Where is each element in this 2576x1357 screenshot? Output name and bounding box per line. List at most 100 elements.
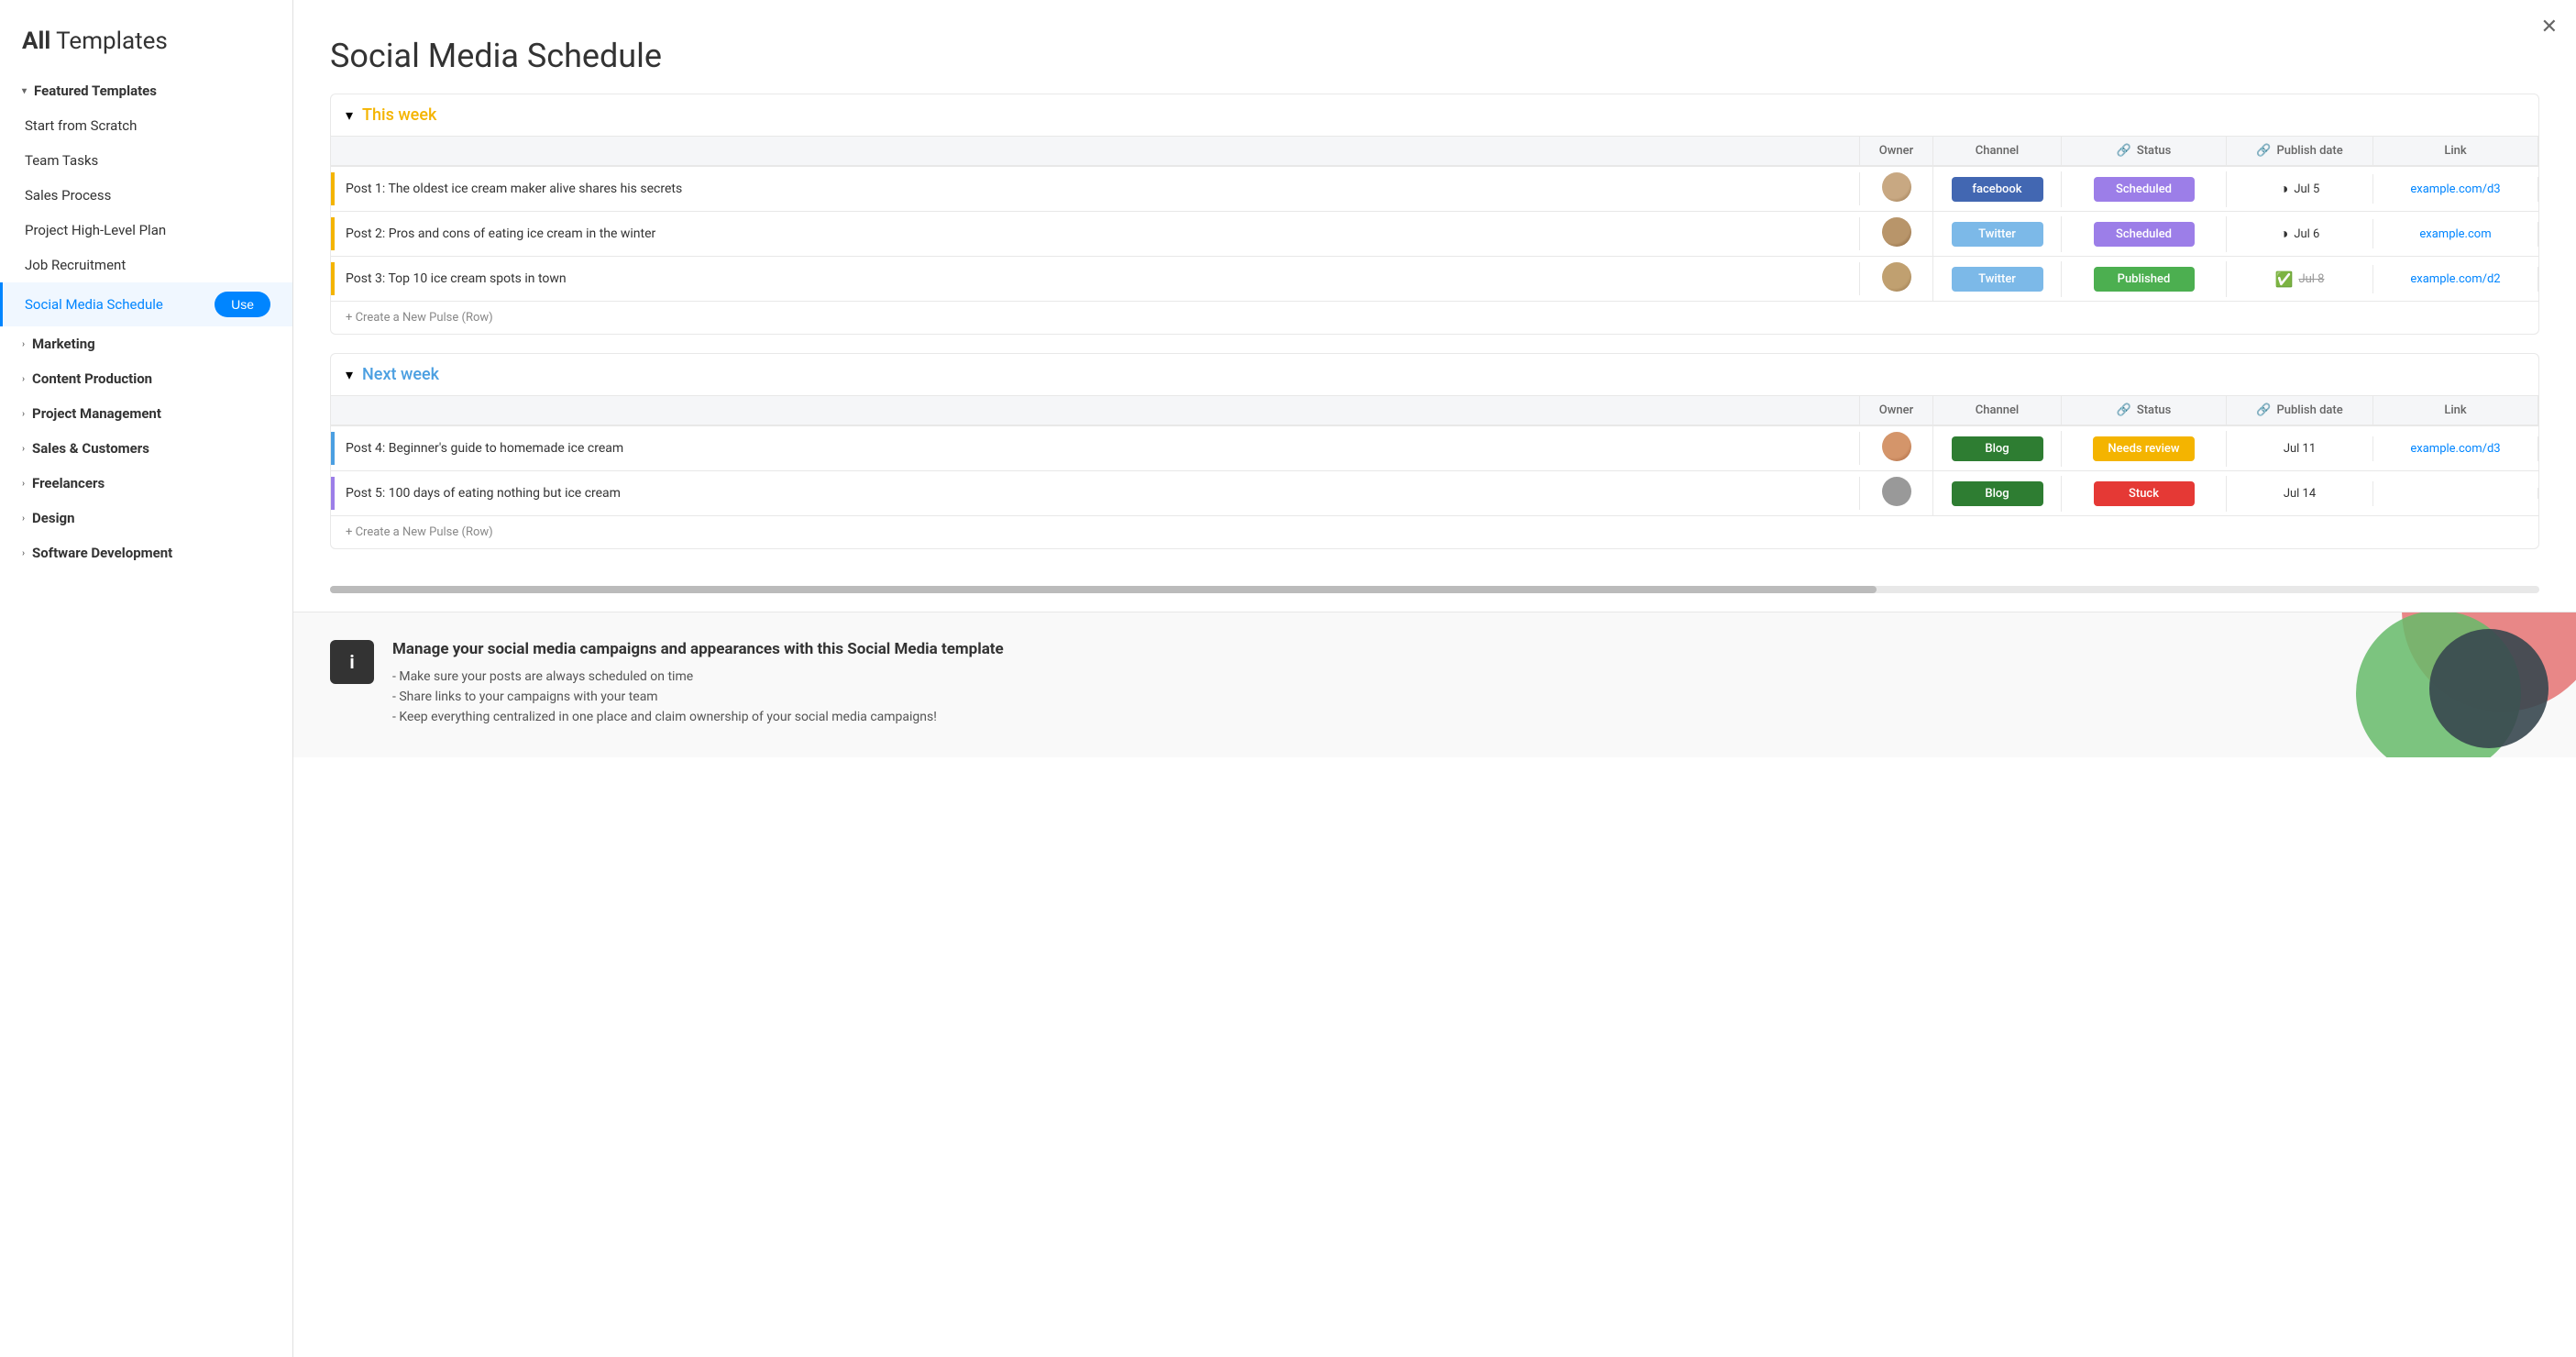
row-owner-1 [1860,167,1933,211]
date-text: Jul 14 [2284,487,2316,501]
row-name-4[interactable]: Post 4: Beginner's guide to homemade ice… [331,432,1860,465]
row-link-3[interactable]: example.com/d2 [2373,267,2538,292]
row-name-5[interactable]: Post 5: 100 days of eating nothing but i… [331,477,1860,510]
channel-badge: Blog [1952,436,2043,461]
circle-dark [2429,629,2548,748]
row-channel-4[interactable]: Blog [1933,431,2062,467]
boards-area: ▾ This week Owner Channel 🔗Status 🔗Publi… [293,94,2576,586]
date-text: Jul 5 [2294,182,2319,196]
content-production-section[interactable]: › Content Production [0,361,292,396]
avatar [1882,217,1911,247]
this-week-group-header[interactable]: ▾ This week [331,94,2538,136]
date-text: Jul 6 [2294,227,2319,241]
row-channel-1[interactable]: facebook [1933,171,2062,207]
info-bullet-3: - Keep everything centralized in one pla… [392,710,2539,724]
channel-badge: facebook [1952,177,2043,202]
row-date-4[interactable]: Jul 11 [2227,436,2373,461]
date-text: Jul 8 [2298,272,2324,286]
chevron-right-icon: › [22,513,25,524]
job-recruitment-item[interactable]: Job Recruitment [0,248,292,282]
row-link-5 [2373,488,2538,499]
table-row: Post 4: Beginner's guide to homemade ice… [331,425,2538,470]
main-content: ✕ Social Media Schedule ▾ This week Owne… [293,0,2576,1357]
row-date-1[interactable]: ◑ Jul 5 [2227,174,2373,204]
info-bullet-1: - Make sure your posts are always schedu… [392,669,2539,684]
table-row: Post 1: The oldest ice cream maker alive… [331,166,2538,211]
info-icon: i [330,640,374,684]
group-chevron-icon: ▾ [346,366,353,383]
software-dev-section[interactable]: › Software Development [0,535,292,570]
marketing-section[interactable]: › Marketing [0,326,292,361]
avatar [1882,262,1911,292]
scroll-thumb [330,586,1877,593]
info-title: Manage your social media campaigns and a… [392,640,2539,658]
table-row: Post 5: 100 days of eating nothing but i… [331,470,2538,515]
create-pulse-row-2[interactable]: + Create a New Pulse (Row) [331,515,2538,548]
avatar [1882,432,1911,461]
design-section[interactable]: › Design [0,501,292,535]
this-week-board: ▾ This week Owner Channel 🔗Status 🔗Publi… [330,94,2539,335]
row-status-1[interactable]: Scheduled [2062,171,2227,207]
sales-customers-label: Sales & Customers [32,440,149,457]
scroll-bar[interactable] [330,586,2539,593]
row-link-4[interactable]: example.com/d3 [2373,436,2538,461]
row-channel-3[interactable]: Twitter [1933,261,2062,297]
col-link: Link [2373,137,2538,165]
chevron-right-icon: › [22,339,25,349]
this-week-title: This week [362,105,436,125]
design-label: Design [32,510,75,526]
row-status-2[interactable]: Scheduled [2062,216,2227,252]
table-row: Post 3: Top 10 ice cream spots in town T… [331,256,2538,301]
close-button[interactable]: ✕ [2541,15,2558,39]
row-channel-5[interactable]: Blog [1933,476,2062,512]
info-bullet-2: - Share links to your campaigns with you… [392,690,2539,704]
row-owner-5 [1860,471,1933,515]
social-media-item[interactable]: Social Media Schedule Use [0,282,292,326]
start-scratch-item[interactable]: Start from Scratch [0,108,292,143]
col-owner: Owner [1860,137,1933,165]
row-channel-2[interactable]: Twitter [1933,216,2062,252]
next-week-group-header[interactable]: ▾ Next week [331,354,2538,395]
next-week-title: Next week [362,365,439,384]
project-plan-item[interactable]: Project High-Level Plan [0,213,292,248]
row-date-2[interactable]: ◑ Jul 6 [2227,219,2373,248]
row-name-1[interactable]: Post 1: The oldest ice cream maker alive… [331,172,1860,205]
link-icon: 🔗 [2256,403,2271,417]
use-button[interactable]: Use [215,292,270,317]
row-owner-3 [1860,257,1933,301]
row-name-2[interactable]: Post 2: Pros and cons of eating ice crea… [331,217,1860,250]
featured-templates-section[interactable]: ▾ Featured Templates [0,73,292,108]
content-production-label: Content Production [32,370,152,387]
sales-process-item[interactable]: Sales Process [0,178,292,213]
freelancers-section[interactable]: › Freelancers [0,466,292,501]
row-status-3[interactable]: Published [2062,261,2227,297]
page-title: Social Media Schedule [293,0,2576,94]
row-link-2[interactable]: example.com [2373,222,2538,247]
col-publish-date: 🔗Publish date [2227,396,2373,425]
row-status-5[interactable]: Stuck [2062,476,2227,512]
status-badge: Stuck [2094,481,2195,506]
table-row: Post 2: Pros and cons of eating ice crea… [331,211,2538,256]
row-name-3[interactable]: Post 3: Top 10 ice cream spots in town [331,262,1860,295]
row-date-3[interactable]: ✅ Jul 8 [2227,265,2373,293]
sales-customers-section[interactable]: › Sales & Customers [0,431,292,466]
row-date-5[interactable]: Jul 14 [2227,481,2373,506]
col-channel: Channel [1933,137,2062,165]
col-status: 🔗Status [2062,396,2227,425]
create-pulse-row-1[interactable]: + Create a New Pulse (Row) [331,301,2538,334]
row-link-1[interactable]: example.com/d3 [2373,177,2538,202]
col-channel: Channel [1933,396,2062,425]
project-management-section[interactable]: › Project Management [0,396,292,431]
status-badge: Needs review [2093,436,2194,461]
decorative-circles [2301,612,2576,757]
team-tasks-item[interactable]: Team Tasks [0,143,292,178]
channel-badge: Blog [1952,481,2043,506]
row-owner-4 [1860,426,1933,470]
freelancers-label: Freelancers [32,475,105,491]
chevron-right-icon: › [22,479,25,489]
link-icon: 🔗 [2117,144,2131,158]
chevron-down-icon: ▾ [22,86,27,96]
col-name [331,137,1860,165]
row-status-4[interactable]: Needs review [2062,431,2227,467]
info-text: Manage your social media campaigns and a… [392,640,2539,730]
